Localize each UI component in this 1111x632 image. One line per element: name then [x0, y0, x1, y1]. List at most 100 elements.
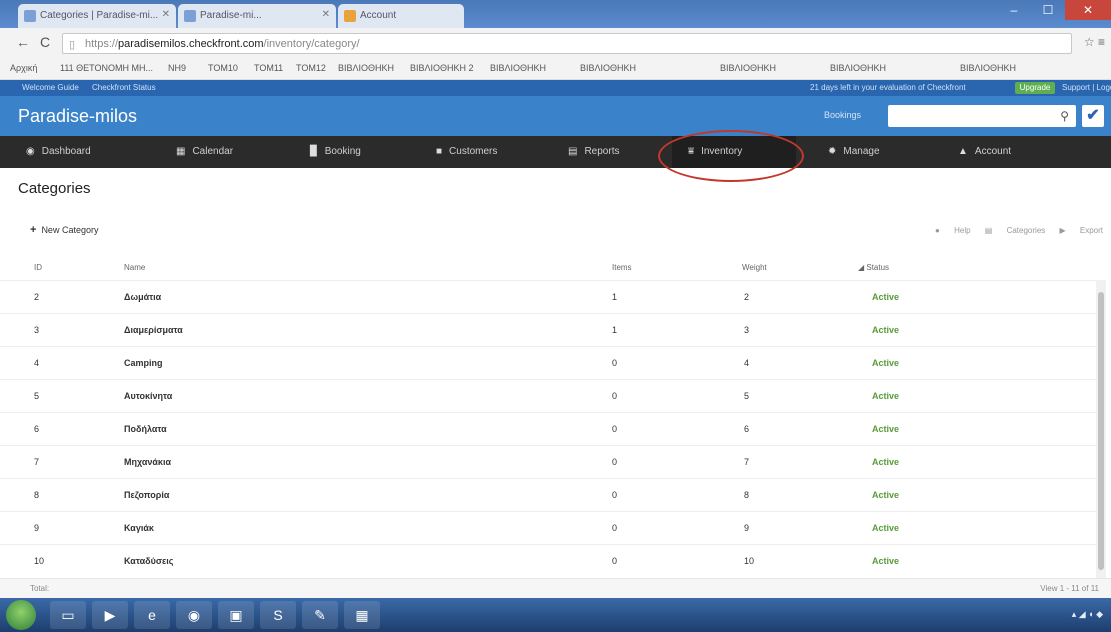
bookmark-item[interactable]: ΒΙΒΛΙΟΘΗΚΗ: [338, 63, 394, 73]
status-link[interactable]: Checkfront Status: [92, 83, 156, 92]
table-row[interactable]: 3 Διαμερίσματα 1 3 Active: [0, 313, 1096, 345]
column-header-items[interactable]: Items: [612, 263, 632, 272]
row-name-cell[interactable]: Μηχανάκια: [124, 457, 171, 467]
bookmark-item[interactable]: ΤΟΜ12: [296, 63, 326, 73]
bookmark-item[interactable]: ΝΗ9: [168, 63, 186, 73]
bookmark-item[interactable]: ΒΙΒΛΙΟΘΗΚΗ: [830, 63, 886, 73]
nav-account[interactable]: ▲ Account: [958, 136, 1011, 168]
maximize-icon[interactable]: ☐: [1031, 0, 1065, 20]
export-link[interactable]: ▶ Export: [1060, 226, 1104, 235]
start-button-icon[interactable]: [6, 600, 36, 630]
tab-close-icon[interactable]: ✕: [162, 9, 170, 20]
chrome-icon[interactable]: ◉: [176, 601, 212, 629]
calculator-icon[interactable]: ▦: [344, 601, 380, 629]
row-name-cell[interactable]: Καγιάκ: [124, 523, 154, 533]
row-items-cell: 0: [612, 523, 618, 533]
row-name-cell[interactable]: Διαμερίσματα: [124, 325, 183, 335]
account-info-bar: Welcome Guide Checkfront Status 21 days …: [0, 80, 1111, 96]
upgrade-button[interactable]: Upgrade: [1015, 82, 1055, 94]
tab-close-icon[interactable]: ✕: [322, 9, 330, 20]
table-scrollbar[interactable]: [1096, 280, 1106, 580]
mail-favicon-icon: [344, 10, 356, 22]
address-bar[interactable]: ▯ https://paradisemilos.checkfront.com/i…: [62, 33, 1072, 54]
nav-customers[interactable]: ■ Customers: [436, 136, 497, 168]
skype-icon[interactable]: S: [260, 601, 296, 629]
row-name-cell[interactable]: Δωμάτια: [124, 292, 161, 302]
browser-menu-icon[interactable]: ☆ ≡: [1084, 35, 1105, 49]
row-items-cell: 1: [612, 325, 618, 335]
explorer-icon[interactable]: ▭: [50, 601, 86, 629]
row-name-cell[interactable]: Αυτοκίνητα: [124, 391, 172, 401]
new-category-button[interactable]: + New Category: [30, 224, 98, 236]
table-row[interactable]: 2 Δωμάτια 1 2 Active: [0, 280, 1096, 312]
table-row[interactable]: 5 Αυτοκίνητα 0 5 Active: [0, 379, 1096, 411]
media-player-icon[interactable]: ▶: [92, 601, 128, 629]
reload-icon[interactable]: C: [40, 34, 50, 50]
browser-tab-label: Categories | Paradise-mi...: [40, 10, 159, 21]
row-name-cell[interactable]: Καταδύσεις: [124, 556, 173, 566]
bookmark-item[interactable]: ΒΙΒΛΙΟΘΗΚΗ: [720, 63, 776, 73]
categories-label: Categories: [1006, 226, 1046, 235]
search-input[interactable]: ⚲: [888, 105, 1076, 127]
row-items-cell: 0: [612, 424, 618, 434]
help-link[interactable]: ● Help: [935, 226, 971, 235]
app-icon[interactable]: ▣: [218, 601, 254, 629]
welcome-guide-link[interactable]: Welcome Guide: [22, 83, 79, 92]
search-icon[interactable]: ⚲: [1060, 109, 1069, 123]
browser-tab-categories[interactable]: Categories | Paradise-mi... ✕: [18, 4, 176, 28]
scrollbar-thumb[interactable]: [1098, 292, 1104, 570]
minimize-icon[interactable]: –: [997, 0, 1031, 20]
nav-dashboard[interactable]: ◉ Dashboard: [26, 136, 91, 168]
paint-icon[interactable]: ✎: [302, 601, 338, 629]
browser-tab-account[interactable]: Account: [338, 4, 464, 28]
row-id-cell: 4: [34, 358, 40, 368]
table-row[interactable]: 7 Μηχανάκια 0 7 Active: [0, 445, 1096, 477]
manage-icon: ✹: [828, 146, 837, 157]
row-id-cell: 2: [34, 292, 40, 302]
column-header-id[interactable]: ID: [34, 263, 42, 272]
row-name-cell[interactable]: Πεζοπορία: [124, 490, 169, 500]
main-navigation: ◉ Dashboard ▦ Calendar ▉ Booking ■ Customers…: [0, 136, 1111, 168]
table-row[interactable]: 9 Καγιάκ 0 9 Active: [0, 511, 1096, 543]
row-items-cell: 0: [612, 358, 618, 368]
categories-link[interactable]: ▤ Categories: [985, 226, 1045, 235]
brand-title[interactable]: Paradise-milos: [18, 106, 137, 127]
checkfront-check-icon[interactable]: ✔: [1082, 105, 1104, 127]
table-row[interactable]: 8 Πεζοπορία 0 8 Active: [0, 478, 1096, 510]
help-label: Help: [954, 226, 971, 235]
nav-calendar[interactable]: ▦ Calendar: [176, 136, 233, 168]
reports-icon: ▤: [568, 146, 578, 157]
row-name-cell[interactable]: Ποδήλατα: [124, 424, 167, 434]
calendar-icon: ▦: [176, 146, 186, 157]
row-name-cell[interactable]: Camping: [124, 358, 163, 368]
new-category-label: New Category: [41, 225, 99, 235]
bookmark-item[interactable]: ΤΟΜ11: [254, 63, 283, 73]
nav-inventory[interactable]: ⩸ Inventory: [672, 136, 796, 168]
nav-manage[interactable]: ✹ Manage: [828, 136, 880, 168]
close-window-icon[interactable]: ✕: [1065, 0, 1111, 20]
bookmark-item[interactable]: ΤΟΜ10: [208, 63, 238, 73]
column-header-weight[interactable]: Weight: [742, 263, 767, 272]
bookmark-item[interactable]: ΒΙΒΛΙΟΘΗΚΗ: [960, 63, 1016, 73]
table-row[interactable]: 6 Ποδήλατα 0 6 Active: [0, 412, 1096, 444]
ie-icon[interactable]: e: [134, 601, 170, 629]
system-tray[interactable]: ▴ ◢ ◖ ◆: [1072, 609, 1103, 620]
nav-reports[interactable]: ▤ Reports: [568, 136, 619, 168]
search-scope-label[interactable]: Bookings: [824, 110, 861, 120]
support-logout-link[interactable]: Support | Logout: [1062, 83, 1111, 92]
page-favicon-icon: [184, 10, 196, 22]
bookmark-item[interactable]: ΒΙΒΛΙΟΘΗΚΗ 2: [410, 63, 474, 73]
bookmark-item[interactable]: 111 ΘΕΤΟΝΟΜΗ ΜΗ...: [60, 63, 153, 73]
row-weight-cell: 2: [744, 292, 750, 302]
table-row[interactable]: 4 Camping 0 4 Active: [0, 346, 1096, 378]
nav-booking[interactable]: ▉ Booking: [310, 136, 361, 168]
browser-tab-second[interactable]: Paradise-mi... ✕: [178, 4, 336, 28]
column-header-status[interactable]: ◢ Status: [858, 263, 889, 272]
back-arrow-icon[interactable]: ←: [16, 34, 30, 50]
bookmark-item[interactable]: ΒΙΒΛΙΟΘΗΚΗ: [580, 63, 636, 73]
plus-icon: +: [30, 224, 37, 236]
bookmark-item[interactable]: ΒΙΒΛΙΟΘΗΚΗ: [490, 63, 546, 73]
bookmark-item[interactable]: Αρχική: [10, 63, 37, 73]
column-header-name[interactable]: Name: [124, 263, 145, 272]
table-row[interactable]: 10 Καταδύσεις 0 10 Active: [0, 544, 1096, 576]
